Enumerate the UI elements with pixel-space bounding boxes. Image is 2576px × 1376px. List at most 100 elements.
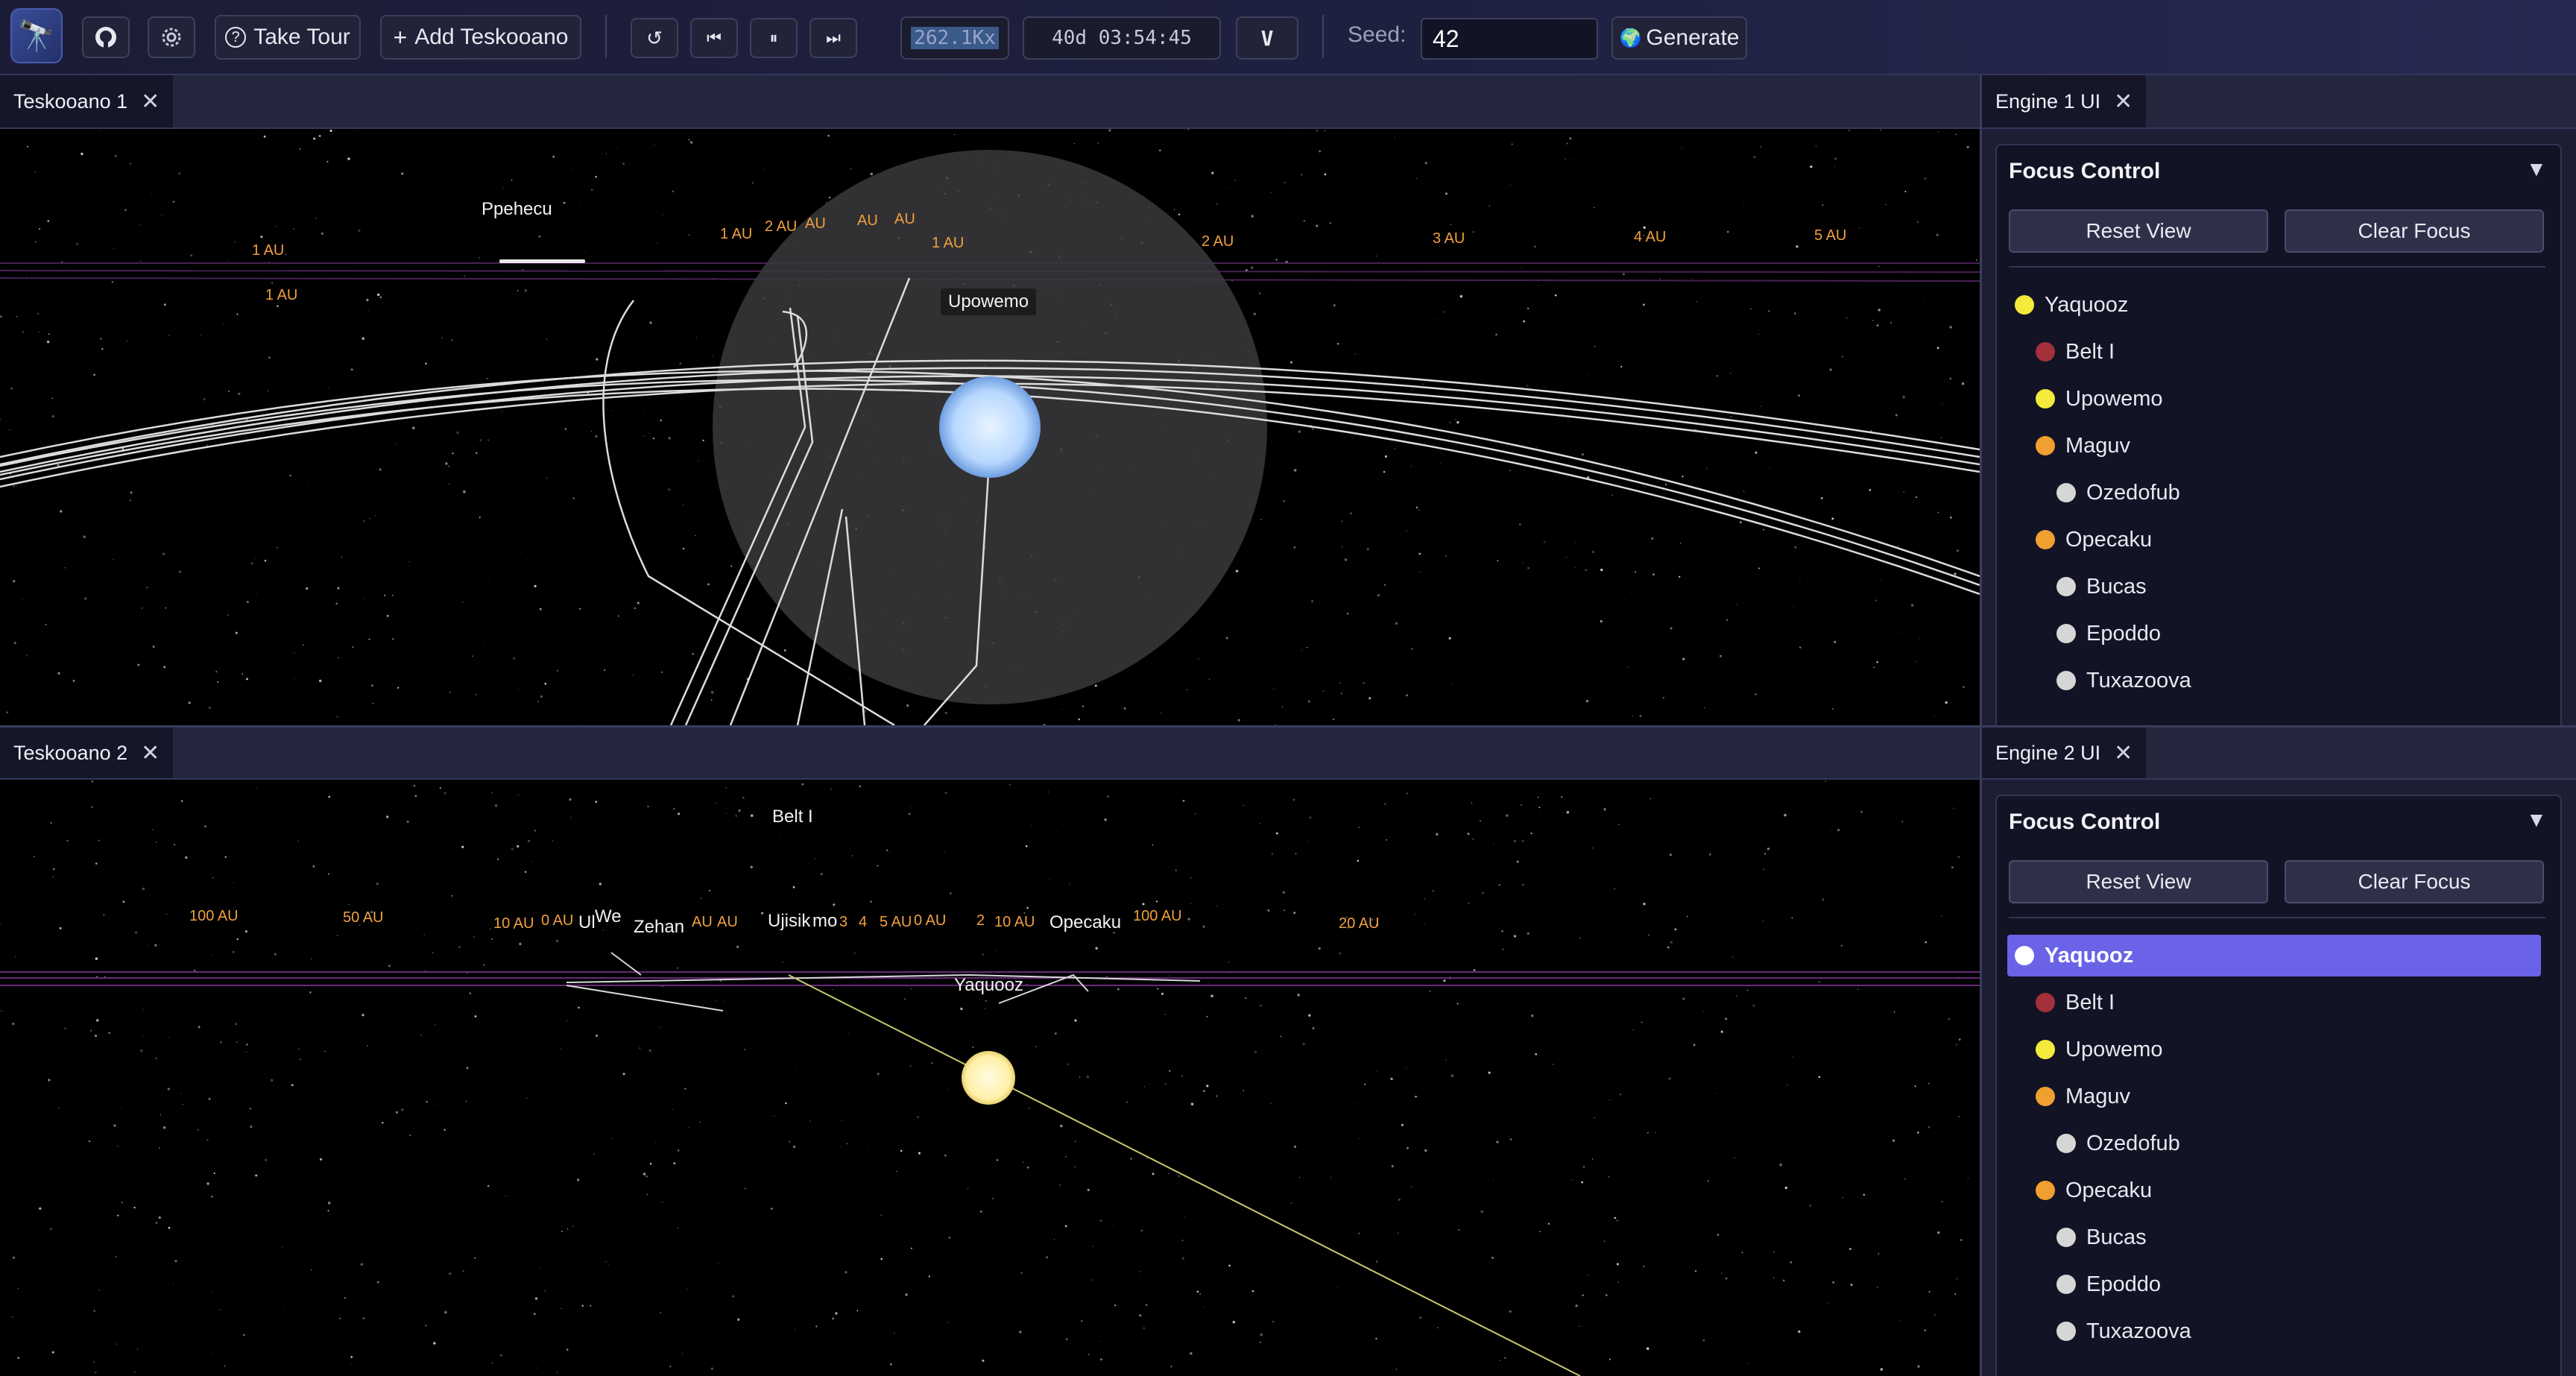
star-dot (1626, 666, 1629, 668)
star-dot (436, 1103, 438, 1105)
star-dot (1445, 192, 1448, 195)
star-dot (1062, 824, 1064, 826)
focus-tree-item[interactable]: Ozedofub (2049, 1123, 2180, 1164)
focus-tree-item[interactable]: Opecaku (2028, 519, 2152, 561)
star-dot (1605, 1294, 1608, 1296)
star-dot (1794, 546, 1797, 549)
star-dot (1594, 346, 1596, 347)
add-teskooano-button[interactable]: + Add Teskooano (380, 15, 581, 60)
star-dot (751, 182, 754, 184)
star-dot (1329, 222, 1331, 224)
au-marker: AU (894, 211, 915, 227)
focus-tree-item[interactable]: Maguv (2028, 1076, 2130, 1117)
close-icon[interactable]: ✕ (2114, 89, 2133, 115)
telescope-logo-icon[interactable]: 🔭 (10, 8, 63, 63)
generate-button[interactable]: 🌍 Generate (1611, 16, 1747, 60)
focus-tree-item[interactable]: Belt I (2028, 982, 2115, 1023)
github-button[interactable] (82, 16, 130, 58)
viewport-1[interactable]: Ppehecu Upowemo 1 AU 1 AU 1 AU 2 AU AU A… (0, 129, 1980, 725)
take-tour-button[interactable]: ? Take Tour (215, 15, 361, 60)
version-dropdown[interactable]: V (1236, 16, 1298, 60)
label-ul[interactable]: Ul (578, 912, 596, 933)
reset-view-button[interactable]: Reset View (2009, 209, 2268, 253)
reset-time-button[interactable]: ↺ (631, 18, 678, 58)
star-dot (246, 678, 248, 681)
label-opecaku[interactable]: Opecaku (1049, 912, 1121, 933)
star-dot (1232, 1320, 1236, 1324)
step-forward-button[interactable]: ⏭ (809, 18, 857, 58)
star-dot (647, 805, 649, 807)
focus-tree-item[interactable]: Tuxazoova (2049, 1310, 2191, 1352)
star-dot (1358, 827, 1360, 828)
star-dot (1736, 604, 1737, 605)
focus-tree-item[interactable]: Upowemo (2028, 1029, 2163, 1070)
star-dot (1527, 932, 1530, 935)
focus-tree-item[interactable]: Epoddo (2049, 1263, 2161, 1305)
star-upowemo[interactable] (939, 376, 1041, 478)
focus-tree-item[interactable]: Belt I (2028, 331, 2115, 373)
star-dot (1164, 1082, 1167, 1085)
star-dot (572, 1225, 574, 1227)
focus-tree-item[interactable]: Yaquooz (2007, 935, 2541, 976)
star-dot (1206, 1015, 1208, 1017)
label-ujisik[interactable]: Ujisik (768, 911, 810, 932)
star-dot (1966, 145, 1969, 148)
star-yaquooz[interactable] (962, 1051, 1015, 1105)
focus-tree-item[interactable]: Ozedofub (2049, 472, 2180, 514)
reset-view-button[interactable]: Reset View (2009, 860, 2268, 903)
close-icon[interactable]: ✕ (141, 89, 160, 115)
focus-tree-item[interactable]: Bucas (2049, 1216, 2147, 1258)
close-icon[interactable]: ✕ (2114, 740, 2133, 766)
clear-focus-button[interactable]: Clear Focus (2285, 860, 2544, 903)
star-dot (1377, 594, 1380, 597)
pause-button[interactable]: ⏸ (750, 18, 798, 58)
label-zehan[interactable]: Zehan (634, 917, 684, 938)
clear-focus-button[interactable]: Clear Focus (2285, 209, 2544, 253)
settings-button[interactable] (148, 16, 195, 58)
star-dot (1582, 1294, 1584, 1296)
star-dot (552, 155, 555, 158)
star-dot (909, 812, 911, 815)
close-icon[interactable]: ✕ (141, 740, 160, 766)
au-marker: 2 AU (1202, 233, 1234, 250)
star-dot (617, 615, 619, 617)
star-dot (944, 711, 947, 715)
star-dot (1280, 1035, 1282, 1038)
tab-engine-1-ui[interactable]: Engine 1 UI ✕ (1982, 75, 2147, 127)
body-ppehecu[interactable] (499, 259, 585, 263)
collapse-triangle-icon[interactable]: ▼ (2526, 808, 2547, 832)
tab-teskooano-1[interactable]: Teskooano 1 ✕ (0, 75, 174, 127)
label-ppehecu[interactable]: Ppehecu (482, 199, 552, 220)
star-dot (960, 1007, 963, 1011)
focus-tree-item[interactable]: Bucas (2049, 566, 2147, 607)
star-dot (1181, 1240, 1184, 1241)
focus-tree-item[interactable]: Tuxazoova (2049, 660, 2191, 701)
star-dot (479, 256, 481, 259)
star-dot (1762, 868, 1764, 871)
label-we[interactable]: We (595, 906, 622, 927)
focus-tree-item[interactable]: Epoddo (2049, 613, 2161, 654)
star-dot (1161, 992, 1164, 995)
label-mo[interactable]: mo (812, 911, 837, 932)
star-dot (113, 247, 114, 250)
star-dot (792, 1145, 796, 1149)
tab-teskooano-2[interactable]: Teskooano 2 ✕ (0, 728, 174, 778)
seed-input[interactable]: 42 (1421, 18, 1598, 60)
star-dot (158, 1216, 161, 1219)
star-dot (384, 594, 386, 596)
tab-engine-2-ui[interactable]: Engine 2 UI ✕ (1982, 728, 2147, 778)
label-belt-i[interactable]: Belt I (772, 807, 813, 827)
star-dot (1099, 1341, 1102, 1342)
viewport-2[interactable]: Belt I We Ul Zehan Ujisik mo Opecaku Yaq… (0, 780, 1980, 1376)
focus-tree-item[interactable]: Yaquooz (2007, 284, 2128, 326)
star-dot (178, 172, 181, 175)
label-upowemo[interactable]: Upowemo (941, 288, 1037, 315)
star-dot (536, 1367, 537, 1369)
step-back-button[interactable]: ⏮ (690, 18, 738, 58)
label-yaquooz[interactable]: Yaquooz (954, 975, 1023, 996)
focus-tree-item[interactable]: Upowemo (2028, 378, 2163, 420)
star-dot (1958, 856, 1960, 858)
focus-tree-item[interactable]: Opecaku (2028, 1170, 2152, 1211)
collapse-triangle-icon[interactable]: ▼ (2526, 157, 2547, 181)
focus-tree-item[interactable]: Maguv (2028, 425, 2130, 467)
